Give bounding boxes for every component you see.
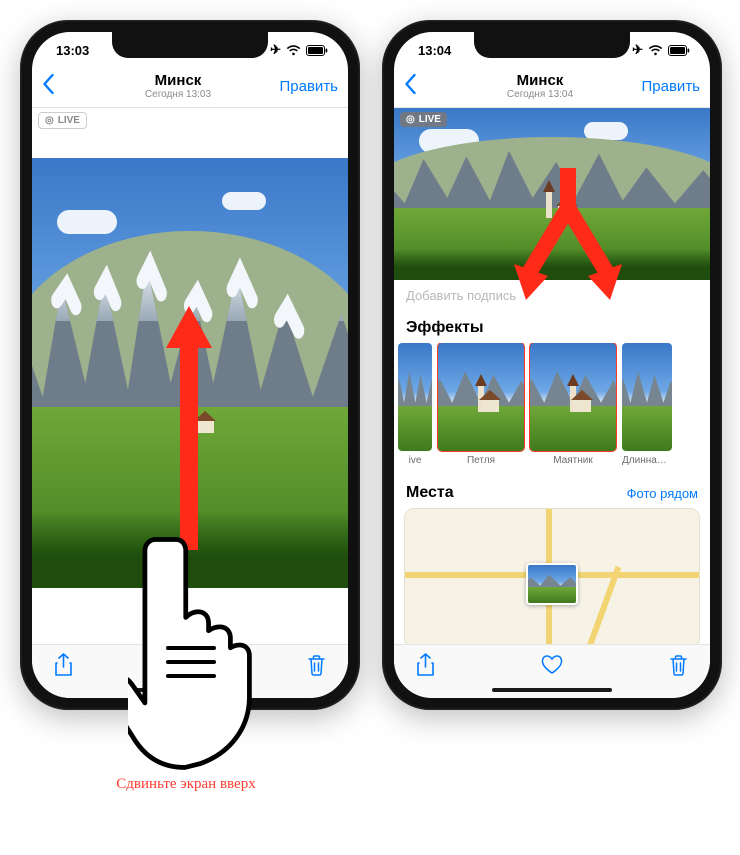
- live-ring-icon: ◎: [45, 115, 54, 126]
- favorite-button[interactable]: [541, 655, 563, 680]
- home-indicator[interactable]: [492, 688, 612, 692]
- status-right: ✈: [632, 42, 690, 58]
- notch: [474, 32, 630, 58]
- chevron-left-icon: [42, 74, 55, 94]
- effect-label: ive: [398, 451, 432, 466]
- notch: [112, 32, 268, 58]
- nav-subtitle: Сегодня 13:04: [444, 89, 636, 100]
- places-title: Места: [406, 484, 454, 502]
- nearby-photos-link[interactable]: Фото рядом: [627, 486, 698, 501]
- share-icon: [416, 653, 435, 677]
- delete-button[interactable]: [669, 654, 688, 681]
- live-badge: ◎ LIVE: [38, 112, 87, 129]
- map-photo-pin[interactable]: [526, 563, 578, 605]
- status-right: ✈: [270, 42, 328, 58]
- effects-pointer-arrows-icon: [508, 168, 628, 318]
- nav-title: Минск: [82, 73, 274, 90]
- effects-row[interactable]: ive Петля Маятник Длинная выде: [394, 343, 710, 470]
- pointing-hand-icon: [128, 530, 258, 780]
- edit-button[interactable]: Править: [274, 78, 338, 95]
- phone-right: 13:04 ✈ Минск Сегодня 13:04 Править: [382, 20, 722, 710]
- chevron-left-icon: [404, 74, 417, 94]
- nav-title: Минск: [444, 73, 636, 90]
- heart-icon: [541, 655, 563, 675]
- wifi-icon: [648, 45, 663, 56]
- share-icon: [54, 653, 73, 677]
- swipe-up-arrow-icon: [162, 300, 216, 550]
- live-ring-icon: ◎: [406, 114, 415, 125]
- airplane-icon: ✈: [632, 42, 643, 58]
- effect-item[interactable]: Маятник: [530, 343, 616, 466]
- share-button[interactable]: [416, 653, 435, 682]
- nav-bar: Минск Сегодня 13:04 Править: [394, 66, 710, 108]
- wifi-icon: [286, 45, 301, 56]
- live-label: LIVE: [58, 115, 80, 126]
- battery-icon: [306, 45, 328, 56]
- status-time: 13:03: [56, 43, 89, 58]
- live-label: LIVE: [419, 114, 441, 125]
- effect-item[interactable]: ive: [398, 343, 432, 466]
- places-map[interactable]: [404, 508, 700, 644]
- edit-button[interactable]: Править: [636, 78, 700, 95]
- effect-item[interactable]: Петля: [438, 343, 524, 466]
- effect-label: Длинная выде: [622, 451, 672, 466]
- effect-label: Петля: [438, 451, 524, 466]
- trash-icon: [307, 654, 326, 676]
- nav-title-block: Минск Сегодня 13:04: [444, 73, 636, 101]
- effect-item[interactable]: Длинная выде: [622, 343, 672, 466]
- back-button[interactable]: [404, 74, 444, 99]
- trash-icon: [669, 654, 688, 676]
- nav-subtitle: Сегодня 13:03: [82, 89, 274, 100]
- status-time: 13:04: [418, 43, 451, 58]
- share-button[interactable]: [54, 653, 73, 682]
- delete-button[interactable]: [307, 654, 326, 681]
- back-button[interactable]: [42, 74, 82, 99]
- nav-bar: Минск Сегодня 13:03 Править: [32, 66, 348, 108]
- nav-title-block: Минск Сегодня 13:03: [82, 73, 274, 101]
- battery-icon: [668, 45, 690, 56]
- screen-right: 13:04 ✈ Минск Сегодня 13:04 Править: [394, 32, 710, 698]
- live-badge: ◎ LIVE: [400, 112, 447, 127]
- places-header: Места Фото рядом: [394, 470, 710, 508]
- effect-label: Маятник: [530, 451, 616, 466]
- airplane-icon: ✈: [270, 42, 281, 58]
